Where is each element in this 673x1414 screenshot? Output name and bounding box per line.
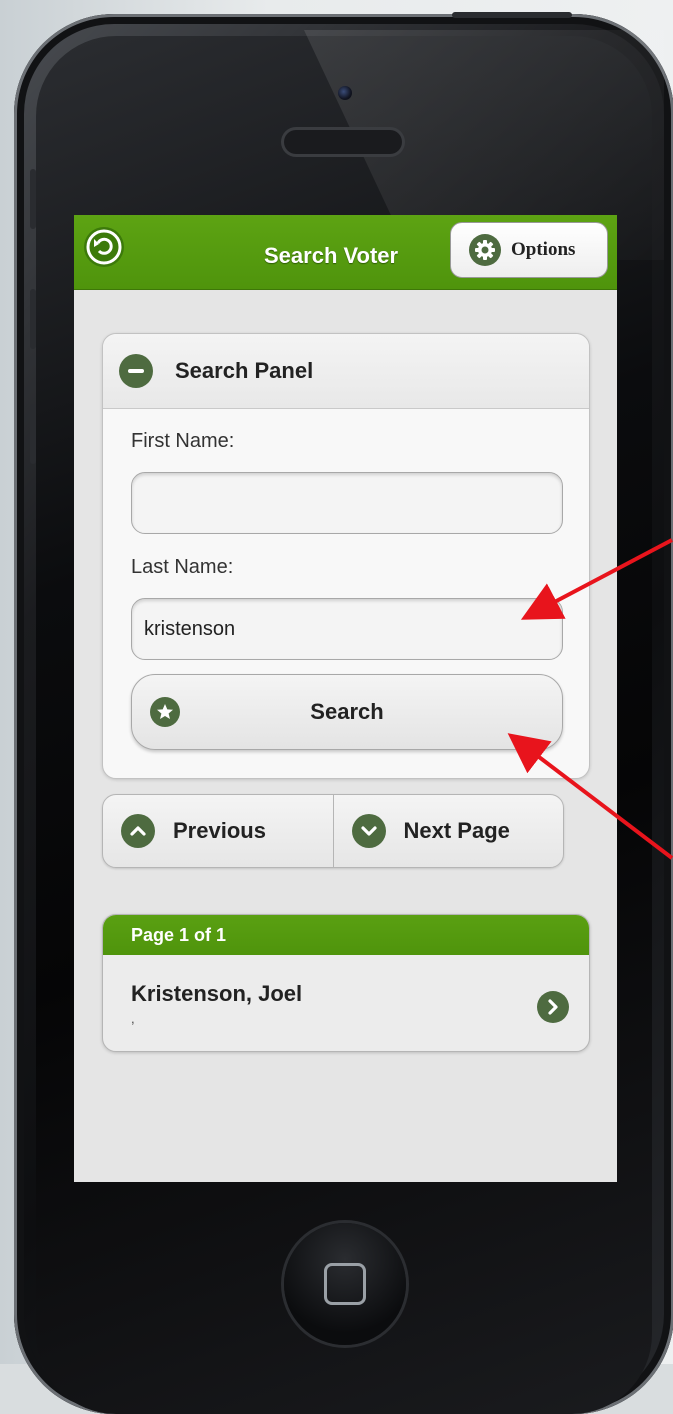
home-button-icon[interactable] [284,1223,406,1345]
previous-button[interactable]: Previous [103,795,333,867]
search-button-label: Search [310,699,384,724]
first-name-input[interactable] [131,472,563,534]
voter-name: Kristenson, Joel [131,981,303,1006]
options-label: Options [511,239,576,260]
back-icon [86,229,122,265]
search-panel-title: Search Panel [175,358,314,383]
next-page-button[interactable]: Next Page [332,795,564,867]
camera-icon [338,86,352,100]
search-panel-header[interactable]: Search Panel [103,334,589,409]
app-header: Search Voter Options [74,215,617,290]
previous-label: Previous [173,818,266,843]
gear-icon [469,234,501,266]
next-page-label: Next Page [403,818,510,843]
app-screen: Search Voter Options Search Panel First … [74,215,617,1182]
page-indicator: Page 1 of 1 [103,915,589,955]
minus-circle-icon [119,354,153,388]
chevron-right-icon [537,991,569,1023]
voter-address: , [131,1011,135,1026]
chevron-up-icon [121,814,155,848]
first-name-label: First Name: [131,430,235,452]
pager: Previous Next Page [102,794,564,868]
search-panel: Search Panel First Name: Last Name: Sear… [102,333,590,779]
back-button[interactable] [84,227,124,267]
chevron-down-icon [351,814,386,848]
options-button[interactable]: Options [450,222,608,278]
speaker-grille [284,130,402,154]
list-item[interactable]: Kristenson, Joel , [103,955,589,1051]
search-button[interactable]: Search [131,674,563,750]
results-list: Page 1 of 1 Kristenson, Joel , [102,914,590,1052]
last-name-input[interactable] [131,598,563,660]
power-button [452,12,572,18]
page-title: Search Voter [264,243,399,268]
last-name-label: Last Name: [131,556,234,578]
